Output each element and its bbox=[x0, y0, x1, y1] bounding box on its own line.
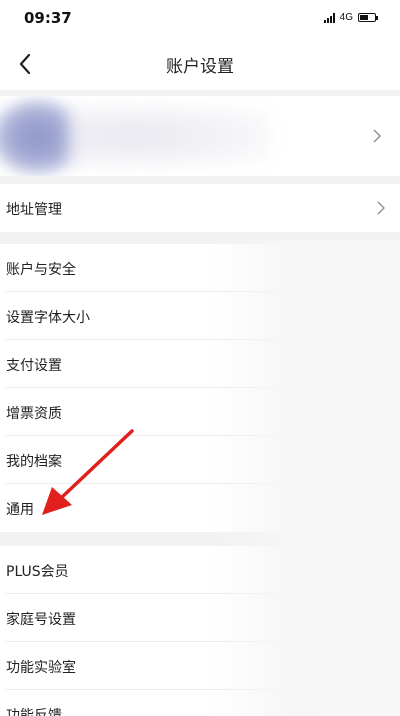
chevron-right-icon bbox=[377, 201, 385, 215]
screen: 09:37 4G 账户设置 地址管理 账户与安全 设置字体大小 支付设置 增票资… bbox=[0, 0, 400, 716]
chevron-right-icon bbox=[373, 129, 381, 143]
list-item-label: 家庭号设置 bbox=[6, 612, 76, 628]
network-type: 4G bbox=[339, 12, 353, 23]
list-item-label: 账户与安全 bbox=[6, 262, 76, 278]
list-item-plus-member[interactable]: PLUS会员 bbox=[0, 546, 400, 594]
status-bar: 09:37 4G bbox=[0, 0, 400, 38]
profile-card[interactable] bbox=[0, 96, 400, 176]
page-title: 账户设置 bbox=[166, 57, 234, 77]
list-item-feedback[interactable]: 功能反馈 bbox=[0, 690, 400, 716]
list-item-label: 设置字体大小 bbox=[6, 310, 90, 326]
list-item-invoice-qualification[interactable]: 增票资质 bbox=[0, 388, 400, 436]
list-item-label: 功能实验室 bbox=[6, 660, 76, 676]
list-item-account-security[interactable]: 账户与安全 bbox=[0, 244, 400, 292]
list-item-general[interactable]: 通用 bbox=[0, 484, 400, 532]
status-indicators: 4G bbox=[323, 12, 378, 23]
nav-bar: 账户设置 bbox=[0, 38, 400, 90]
list-item-my-profile[interactable]: 我的档案 bbox=[0, 436, 400, 484]
list-item-feature-lab[interactable]: 功能实验室 bbox=[0, 642, 400, 690]
list-item-label: 功能反馈 bbox=[6, 708, 62, 716]
battery-icon bbox=[358, 13, 378, 22]
address-management-label: 地址管理 bbox=[6, 202, 62, 218]
list-item-payment-settings[interactable]: 支付设置 bbox=[0, 340, 400, 388]
list-item-font-size[interactable]: 设置字体大小 bbox=[0, 292, 400, 340]
list-item-label: PLUS会员 bbox=[6, 564, 69, 580]
status-time: 09:37 bbox=[24, 9, 72, 27]
signal-icon bbox=[323, 12, 335, 23]
list-item-family-settings[interactable]: 家庭号设置 bbox=[0, 594, 400, 642]
list-item-label: 增票资质 bbox=[6, 406, 62, 422]
list-item-label: 通用 bbox=[6, 502, 34, 518]
list-item-label: 我的档案 bbox=[6, 454, 62, 470]
list-item-label: 支付设置 bbox=[6, 358, 62, 374]
profile-name-blurred bbox=[70, 106, 270, 166]
address-management-row[interactable]: 地址管理 bbox=[0, 184, 400, 232]
